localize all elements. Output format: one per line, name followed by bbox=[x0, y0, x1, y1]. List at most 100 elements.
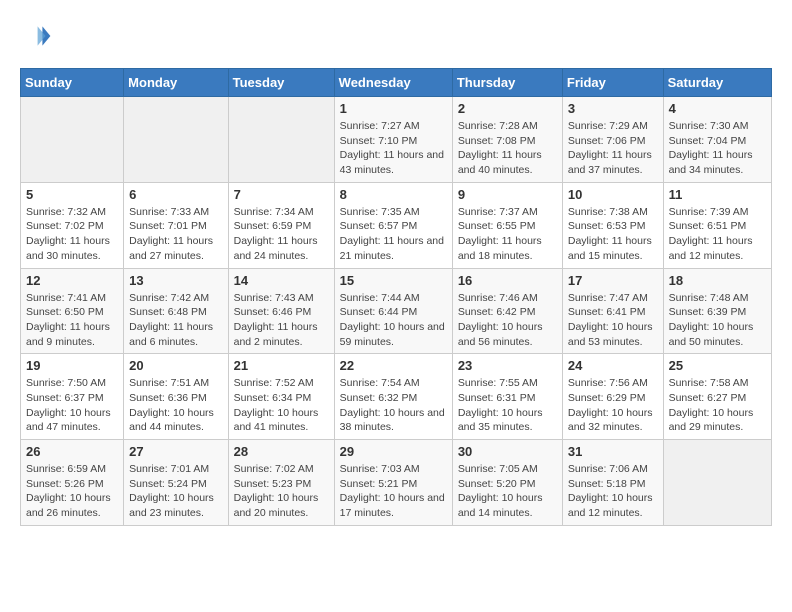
calendar-cell bbox=[663, 440, 771, 526]
day-number: 18 bbox=[669, 273, 766, 288]
day-info: Sunrise: 7:54 AM Sunset: 6:32 PM Dayligh… bbox=[340, 376, 447, 435]
day-number: 2 bbox=[458, 101, 557, 116]
day-info: Sunrise: 7:03 AM Sunset: 5:21 PM Dayligh… bbox=[340, 462, 447, 521]
day-info: Sunrise: 7:39 AM Sunset: 6:51 PM Dayligh… bbox=[669, 205, 766, 264]
day-info: Sunrise: 7:34 AM Sunset: 6:59 PM Dayligh… bbox=[234, 205, 329, 264]
calendar-cell: 29 Sunrise: 7:03 AM Sunset: 5:21 PM Dayli… bbox=[334, 440, 452, 526]
day-number: 23 bbox=[458, 358, 557, 373]
day-header-thursday: Thursday bbox=[452, 69, 562, 97]
day-info: Sunrise: 7:46 AM Sunset: 6:42 PM Dayligh… bbox=[458, 291, 557, 350]
day-number: 28 bbox=[234, 444, 329, 459]
calendar-cell: 27 Sunrise: 7:01 AM Sunset: 5:24 PM Dayli… bbox=[124, 440, 228, 526]
calendar-cell bbox=[228, 97, 334, 183]
calendar-cell: 24Sunrise: 7:56 AM Sunset: 6:29 PM Dayli… bbox=[562, 354, 663, 440]
week-row-1: 1Sunrise: 7:27 AM Sunset: 7:10 PM Daylig… bbox=[21, 97, 772, 183]
calendar-cell: 17Sunrise: 7:47 AM Sunset: 6:41 PM Dayli… bbox=[562, 268, 663, 354]
calendar-cell: 6 Sunrise: 7:33 AM Sunset: 7:01 PM Daylig… bbox=[124, 182, 228, 268]
logo-icon bbox=[20, 20, 52, 52]
day-info: Sunrise: 7:33 AM Sunset: 7:01 PM Dayligh… bbox=[129, 205, 222, 264]
calendar-cell: 19 Sunrise: 7:50 AM Sunset: 6:37 PM Dayli… bbox=[21, 354, 124, 440]
week-row-5: 26 Sunrise: 6:59 AM Sunset: 5:26 PM Dayli… bbox=[21, 440, 772, 526]
calendar-cell bbox=[124, 97, 228, 183]
calendar-cell: 12Sunrise: 7:41 AM Sunset: 6:50 PM Dayli… bbox=[21, 268, 124, 354]
day-info: Sunrise: 7:43 AM Sunset: 6:46 PM Dayligh… bbox=[234, 291, 329, 350]
day-number: 8 bbox=[340, 187, 447, 202]
day-number: 14 bbox=[234, 273, 329, 288]
day-info: Sunrise: 7:42 AM Sunset: 6:48 PM Dayligh… bbox=[129, 291, 222, 350]
day-info: Sunrise: 7:01 AM Sunset: 5:24 PM Dayligh… bbox=[129, 462, 222, 521]
calendar-cell: 5 Sunrise: 7:32 AM Sunset: 7:02 PM Daylig… bbox=[21, 182, 124, 268]
week-row-2: 5 Sunrise: 7:32 AM Sunset: 7:02 PM Daylig… bbox=[21, 182, 772, 268]
day-info: Sunrise: 7:51 AM Sunset: 6:36 PM Dayligh… bbox=[129, 376, 222, 435]
calendar-cell: 13 Sunrise: 7:42 AM Sunset: 6:48 PM Dayli… bbox=[124, 268, 228, 354]
calendar-cell: 25 Sunrise: 7:58 AM Sunset: 6:27 PM Dayli… bbox=[663, 354, 771, 440]
calendar-cell: 1Sunrise: 7:27 AM Sunset: 7:10 PM Daylig… bbox=[334, 97, 452, 183]
day-number: 30 bbox=[458, 444, 557, 459]
day-number: 12 bbox=[26, 273, 118, 288]
day-info: Sunrise: 7:35 AM Sunset: 6:57 PM Dayligh… bbox=[340, 205, 447, 264]
day-number: 1 bbox=[340, 101, 447, 116]
calendar-cell: 30 Sunrise: 7:05 AM Sunset: 5:20 PM Dayli… bbox=[452, 440, 562, 526]
day-info: Sunrise: 7:38 AM Sunset: 6:53 PM Dayligh… bbox=[568, 205, 658, 264]
day-info: Sunrise: 7:29 AM Sunset: 7:06 PM Dayligh… bbox=[568, 119, 658, 178]
day-number: 22 bbox=[340, 358, 447, 373]
day-info: Sunrise: 7:58 AM Sunset: 6:27 PM Dayligh… bbox=[669, 376, 766, 435]
day-number: 29 bbox=[340, 444, 447, 459]
week-row-4: 19 Sunrise: 7:50 AM Sunset: 6:37 PM Dayli… bbox=[21, 354, 772, 440]
calendar-cell: 14 Sunrise: 7:43 AM Sunset: 6:46 PM Dayli… bbox=[228, 268, 334, 354]
day-info: Sunrise: 7:55 AM Sunset: 6:31 PM Dayligh… bbox=[458, 376, 557, 435]
day-number: 11 bbox=[669, 187, 766, 202]
calendar-cell: 8 Sunrise: 7:35 AM Sunset: 6:57 PM Daylig… bbox=[334, 182, 452, 268]
calendar-cell: 20 Sunrise: 7:51 AM Sunset: 6:36 PM Dayli… bbox=[124, 354, 228, 440]
day-header-tuesday: Tuesday bbox=[228, 69, 334, 97]
day-number: 5 bbox=[26, 187, 118, 202]
day-number: 20 bbox=[129, 358, 222, 373]
calendar-cell: 7 Sunrise: 7:34 AM Sunset: 6:59 PM Daylig… bbox=[228, 182, 334, 268]
calendar-cell: 10 Sunrise: 7:38 AM Sunset: 6:53 PM Dayli… bbox=[562, 182, 663, 268]
day-number: 13 bbox=[129, 273, 222, 288]
calendar-cell: 11 Sunrise: 7:39 AM Sunset: 6:51 PM Dayli… bbox=[663, 182, 771, 268]
day-info: Sunrise: 7:44 AM Sunset: 6:44 PM Dayligh… bbox=[340, 291, 447, 350]
day-header-friday: Friday bbox=[562, 69, 663, 97]
calendar-cell: 4Sunrise: 7:30 AM Sunset: 7:04 PM Daylig… bbox=[663, 97, 771, 183]
day-info: Sunrise: 7:32 AM Sunset: 7:02 PM Dayligh… bbox=[26, 205, 118, 264]
day-number: 17 bbox=[568, 273, 658, 288]
day-info: Sunrise: 7:37 AM Sunset: 6:55 PM Dayligh… bbox=[458, 205, 557, 264]
day-info: Sunrise: 7:02 AM Sunset: 5:23 PM Dayligh… bbox=[234, 462, 329, 521]
day-number: 9 bbox=[458, 187, 557, 202]
day-header-saturday: Saturday bbox=[663, 69, 771, 97]
day-number: 19 bbox=[26, 358, 118, 373]
day-info: Sunrise: 7:50 AM Sunset: 6:37 PM Dayligh… bbox=[26, 376, 118, 435]
calendar-cell: 16Sunrise: 7:46 AM Sunset: 6:42 PM Dayli… bbox=[452, 268, 562, 354]
calendar-cell: 2Sunrise: 7:28 AM Sunset: 7:08 PM Daylig… bbox=[452, 97, 562, 183]
calendar-cell: 21 Sunrise: 7:52 AM Sunset: 6:34 PM Dayli… bbox=[228, 354, 334, 440]
calendar-cell bbox=[21, 97, 124, 183]
page-header bbox=[20, 20, 772, 52]
day-info: Sunrise: 7:48 AM Sunset: 6:39 PM Dayligh… bbox=[669, 291, 766, 350]
calendar-cell: 18 Sunrise: 7:48 AM Sunset: 6:39 PM Dayli… bbox=[663, 268, 771, 354]
day-info: Sunrise: 6:59 AM Sunset: 5:26 PM Dayligh… bbox=[26, 462, 118, 521]
calendar-cell: 9 Sunrise: 7:37 AM Sunset: 6:55 PM Daylig… bbox=[452, 182, 562, 268]
day-number: 25 bbox=[669, 358, 766, 373]
calendar-cell: 26 Sunrise: 6:59 AM Sunset: 5:26 PM Dayli… bbox=[21, 440, 124, 526]
day-number: 6 bbox=[129, 187, 222, 202]
logo bbox=[20, 20, 56, 52]
calendar-cell: 31 Sunrise: 7:06 AM Sunset: 5:18 PM Dayli… bbox=[562, 440, 663, 526]
day-info: Sunrise: 7:52 AM Sunset: 6:34 PM Dayligh… bbox=[234, 376, 329, 435]
day-number: 7 bbox=[234, 187, 329, 202]
day-number: 10 bbox=[568, 187, 658, 202]
calendar-cell: 28 Sunrise: 7:02 AM Sunset: 5:23 PM Dayli… bbox=[228, 440, 334, 526]
day-info: Sunrise: 7:05 AM Sunset: 5:20 PM Dayligh… bbox=[458, 462, 557, 521]
day-number: 21 bbox=[234, 358, 329, 373]
calendar-cell: 3 Sunrise: 7:29 AM Sunset: 7:06 PM Daylig… bbox=[562, 97, 663, 183]
day-header-monday: Monday bbox=[124, 69, 228, 97]
day-number: 31 bbox=[568, 444, 658, 459]
day-number: 26 bbox=[26, 444, 118, 459]
day-number: 24 bbox=[568, 358, 658, 373]
day-info: Sunrise: 7:06 AM Sunset: 5:18 PM Dayligh… bbox=[568, 462, 658, 521]
week-row-3: 12Sunrise: 7:41 AM Sunset: 6:50 PM Dayli… bbox=[21, 268, 772, 354]
day-number: 27 bbox=[129, 444, 222, 459]
calendar-cell: 23 Sunrise: 7:55 AM Sunset: 6:31 PM Dayli… bbox=[452, 354, 562, 440]
day-number: 4 bbox=[669, 101, 766, 116]
day-number: 3 bbox=[568, 101, 658, 116]
